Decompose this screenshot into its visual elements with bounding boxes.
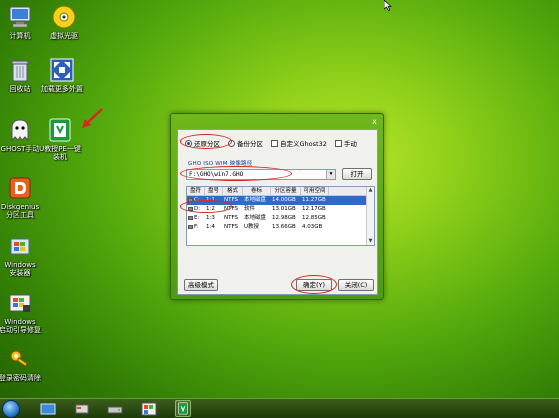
advanced-mode-button[interactable]: 高级模式 [184, 279, 218, 291]
filesystem-cell: NTFS [224, 215, 239, 221]
desktop-icon-label: Diskgenius 分区工具 [0, 203, 40, 219]
desktop-icon-label: 计算机 [9, 32, 31, 40]
free-space-cell: 11.27GB [302, 197, 326, 203]
volume-label-cell: 本地磁盘 [244, 197, 267, 203]
desktop-icon-label: Windows 安装器 [4, 261, 36, 277]
column-header: 格式 [223, 187, 243, 195]
ghost-restore-dialog: x 还原分区 备份分区 自定义Ghost32 手动 GHO ISO WIM 映像… [170, 113, 384, 300]
pe-install-icon [47, 117, 73, 143]
drive-cell: E: [187, 214, 205, 223]
desktop-icon-load-external[interactable]: 加载更多外置 [40, 57, 84, 93]
desktop-icon-diskgenius[interactable]: Diskgenius 分区工具 [0, 175, 42, 219]
column-header: 盘号 [205, 187, 223, 195]
dialog-close-icon[interactable]: x [370, 117, 379, 126]
start-button[interactable] [2, 400, 20, 418]
radio-backup-label: 备份分区 [237, 140, 263, 148]
desktop-icon-label: 加载更多外置 [41, 85, 83, 93]
desktop-icon-ujiaoshou-pe[interactable]: U教授PE一键 装机 [38, 117, 82, 161]
checkbox-custom-label: 自定义Ghost32 [280, 140, 327, 148]
red-arrow-annotation [82, 108, 103, 128]
partition-table: 盘符 盘号 格式 卷标 分区容量 可用空间 C: 1:1 NTFS 本地磁盘 1… [186, 186, 375, 246]
checkbox-icon [271, 139, 278, 147]
drive-icon [188, 224, 193, 229]
computer-icon [7, 4, 33, 30]
radio-backup[interactable]: 备份分区 [228, 138, 263, 148]
drive-letter: F: [194, 224, 199, 230]
desktop-icon-boot-repair[interactable]: Windows 启动引导修复 [0, 290, 42, 334]
desktop-icon-recycle-bin[interactable]: 回收站 [0, 57, 42, 93]
partition-tool-icon[interactable] [141, 402, 157, 416]
volume-label-cell: 本地磁盘 [244, 215, 267, 221]
desktop-show-icon[interactable] [40, 402, 56, 416]
free-space-cell: 12.85GB [302, 215, 326, 221]
column-header: 可用空间 [301, 187, 329, 195]
drive-icon[interactable] [107, 402, 123, 416]
highlight-ellipse-path [180, 166, 292, 181]
desktop-icon-label: 虚拟光驱 [50, 32, 78, 40]
desktop-icon-label: GHOST手动 [0, 145, 40, 153]
scroll-up-icon[interactable]: ▲ [367, 187, 374, 194]
column-header: 盘符 [187, 187, 205, 195]
desktop-icon-label: Windows 启动引导修复 [0, 318, 41, 334]
checkbox-custom-ghost[interactable]: 自定义Ghost32 [271, 138, 327, 148]
pe-install-taskbar-icon[interactable] [175, 400, 191, 417]
desktop-icon-label: 登录密码清除 [0, 374, 41, 382]
table-row[interactable]: F: 1:4 NTFS U教授 13.66GB 4.03GB [187, 223, 374, 232]
size-cell: 14.00GB [272, 197, 296, 203]
size-cell: 13.66GB [272, 224, 296, 230]
chevron-down-icon[interactable]: ▼ [326, 170, 335, 179]
highlight-ellipse-ok [291, 275, 337, 294]
size-cell: 13.01GB [272, 206, 296, 212]
size-cell: 12.98GB [272, 215, 296, 221]
free-space-cell: 4.03GB [302, 224, 323, 230]
volume-label-cell: U教授 [244, 224, 260, 230]
dialog-body: 还原分区 备份分区 自定义Ghost32 手动 GHO ISO WIM 映像路径… [177, 129, 378, 295]
table-scrollbar[interactable]: ▲ ▼ [366, 187, 374, 245]
checkbox-icon [334, 139, 342, 147]
column-header: 卷标 [243, 187, 271, 195]
recycle-bin-icon [7, 57, 33, 83]
desktop-icon-virtual-drive[interactable]: 虚拟光驱 [42, 4, 86, 40]
disk-number-cell: 1:4 [206, 224, 215, 230]
highlight-ellipse-partition [180, 200, 232, 213]
close-button[interactable]: 关闭(C) [338, 279, 374, 291]
ghost-icon [7, 117, 33, 143]
checkbox-manual[interactable]: 手动 [334, 138, 357, 148]
disk-tool-icon[interactable] [74, 402, 90, 416]
table-header: 盘符 盘号 格式 卷标 分区容量 可用空间 [187, 187, 374, 196]
desktop-icon-windows-installer[interactable]: Windows 安装器 [0, 233, 42, 277]
filesystem-cell: NTFS [224, 224, 239, 230]
drive-letter: E: [194, 215, 200, 221]
disc-icon [51, 4, 77, 30]
drive-cell: F: [187, 223, 205, 232]
key-icon [7, 346, 33, 372]
windows-installer-icon [7, 233, 33, 259]
free-space-cell: 12.17GB [302, 206, 326, 212]
desktop-icon-ghost[interactable]: GHOST手动 [0, 117, 42, 153]
checkbox-manual-label: 手动 [343, 140, 357, 148]
mouse-cursor-icon [384, 0, 392, 11]
diskgenius-icon [7, 175, 33, 201]
taskbar [0, 398, 559, 418]
open-button[interactable]: 打开 [342, 168, 372, 180]
scroll-down-icon[interactable]: ▼ [367, 238, 374, 245]
volume-label-cell: 软件 [244, 206, 256, 212]
expand-arrows-icon [49, 57, 75, 83]
desktop-icon-label: 回收站 [9, 85, 31, 93]
boot-repair-icon [7, 290, 33, 316]
desktop-icon-password-clear[interactable]: 登录密码清除 [0, 346, 42, 382]
desktop-icon-computer[interactable]: 计算机 [0, 4, 42, 40]
highlight-ellipse-restore [180, 134, 232, 149]
desktop-icon-label: U教授PE一键 装机 [39, 145, 81, 161]
drive-icon [188, 215, 193, 220]
disk-number-cell: 1:3 [206, 215, 215, 221]
column-header: 分区容量 [271, 187, 301, 195]
table-row[interactable]: E: 1:3 NTFS 本地磁盘 12.98GB 12.85GB [187, 214, 374, 223]
